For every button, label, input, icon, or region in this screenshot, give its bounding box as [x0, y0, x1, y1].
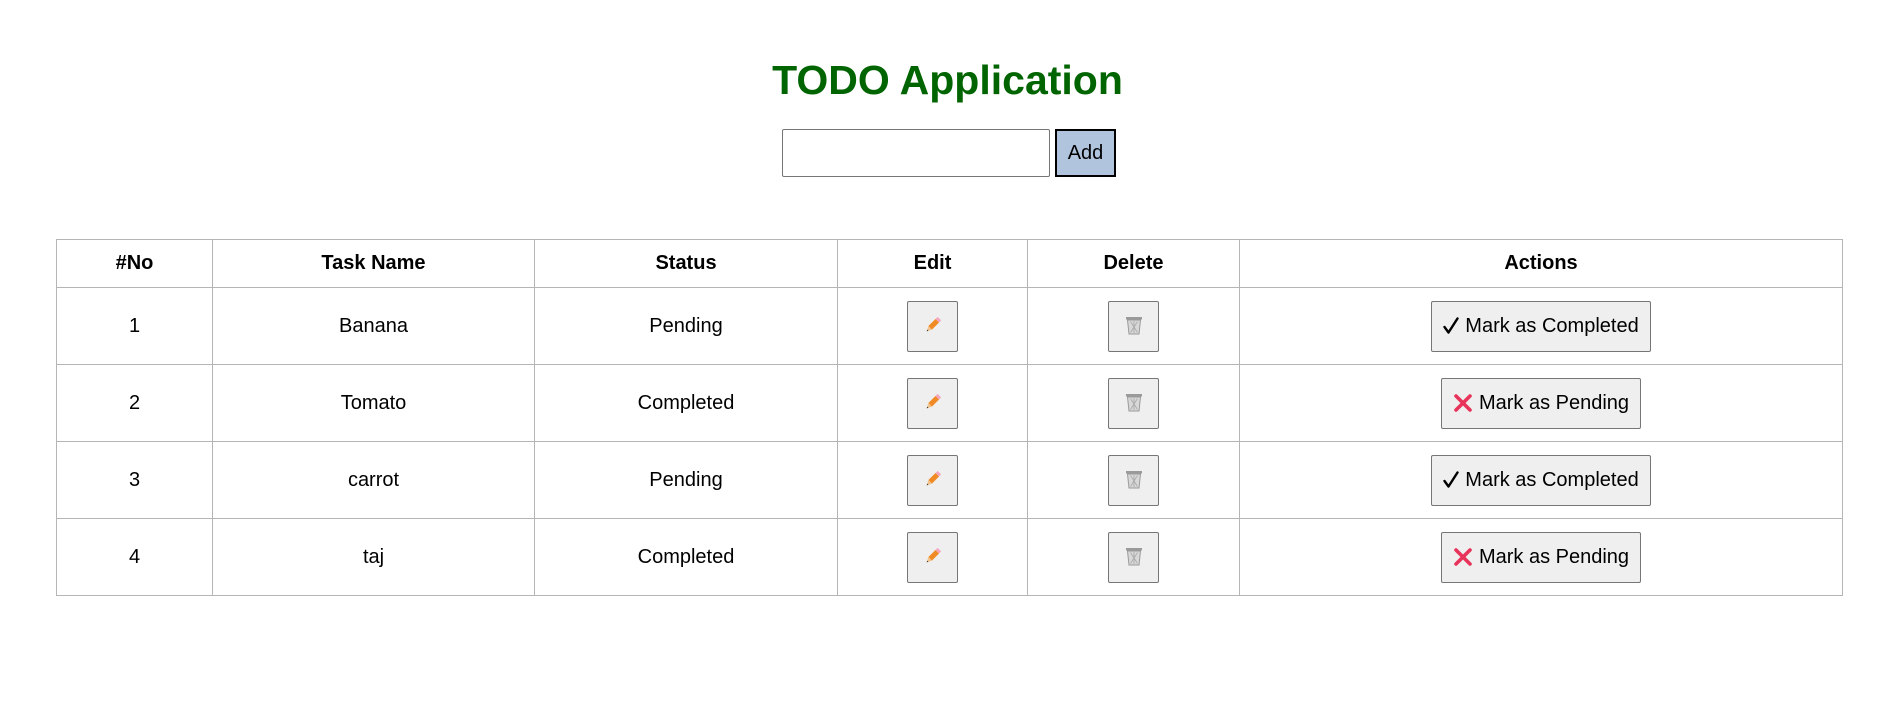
task-name: Tomato — [212, 364, 535, 442]
pencil-icon — [922, 391, 944, 416]
status-toggle-button[interactable]: Mark as Pending — [1440, 377, 1642, 429]
edit-cell — [837, 441, 1028, 519]
actions-cell: Mark as Completed — [1239, 287, 1843, 365]
header-no: #No — [56, 239, 213, 288]
trash-icon — [1123, 468, 1145, 493]
checkmark-icon — [1443, 471, 1459, 489]
task-name: Banana — [212, 287, 535, 365]
delete-cell — [1027, 364, 1240, 442]
pencil-icon — [922, 468, 944, 493]
tasks-table-body: 1 Banana Pending Mark as Completed 2 Tom… — [56, 287, 1843, 596]
actions-cell: Mark as Pending — [1239, 518, 1843, 596]
edit-button[interactable] — [907, 454, 958, 506]
table-row: 2 Tomato Completed Mark as Pending — [56, 364, 1843, 442]
checkmark-icon — [1443, 317, 1459, 335]
task-status: Pending — [534, 441, 838, 519]
pencil-icon — [922, 314, 944, 339]
status-toggle-button[interactable]: Mark as Completed — [1431, 454, 1651, 506]
edit-button[interactable] — [907, 377, 958, 429]
status-toggle-label: Mark as Completed — [1465, 468, 1639, 491]
task-status: Completed — [534, 364, 838, 442]
edit-cell — [837, 287, 1028, 365]
task-name-input[interactable] — [782, 129, 1050, 177]
trash-icon — [1123, 545, 1145, 570]
todo-page: TODO Application Add #No Task Name Statu… — [0, 0, 1895, 713]
header-status: Status — [534, 239, 838, 288]
delete-button[interactable] — [1108, 300, 1159, 352]
table-row: 3 carrot Pending Mark as Completed — [56, 441, 1843, 519]
delete-cell — [1027, 518, 1240, 596]
status-toggle-button[interactable]: Mark as Completed — [1431, 300, 1651, 352]
tasks-table: #No Task Name Status Edit Delete Actions… — [56, 239, 1843, 596]
delete-button[interactable] — [1108, 377, 1159, 429]
add-task-form: Add — [782, 129, 1116, 177]
task-status: Completed — [534, 518, 838, 596]
header-edit: Edit — [837, 239, 1028, 288]
table-header-row: #No Task Name Status Edit Delete Actions — [56, 239, 1843, 288]
task-number: 3 — [56, 441, 213, 519]
delete-button[interactable] — [1108, 454, 1159, 506]
edit-button[interactable] — [907, 531, 958, 583]
edit-button[interactable] — [907, 300, 958, 352]
task-name: carrot — [212, 441, 535, 519]
page-title: TODO Application — [772, 57, 1123, 103]
table-row: 4 taj Completed Mark as Pending — [56, 518, 1843, 596]
task-number: 2 — [56, 364, 213, 442]
status-toggle-label: Mark as Pending — [1478, 545, 1630, 568]
header-task-name: Task Name — [212, 239, 535, 288]
task-number: 4 — [56, 518, 213, 596]
edit-cell — [837, 518, 1028, 596]
delete-button[interactable] — [1108, 531, 1159, 583]
task-name: taj — [212, 518, 535, 596]
pencil-icon — [922, 545, 944, 570]
delete-cell — [1027, 287, 1240, 365]
trash-icon — [1123, 391, 1145, 416]
task-number: 1 — [56, 287, 213, 365]
status-toggle-button[interactable]: Mark as Pending — [1440, 531, 1642, 583]
trash-icon — [1123, 314, 1145, 339]
header-actions: Actions — [1239, 239, 1843, 288]
status-toggle-label: Mark as Completed — [1465, 314, 1639, 337]
status-toggle-label: Mark as Pending — [1478, 391, 1630, 414]
actions-cell: Mark as Pending — [1239, 364, 1843, 442]
actions-cell: Mark as Completed — [1239, 441, 1843, 519]
header-delete: Delete — [1027, 239, 1240, 288]
task-status: Pending — [534, 287, 838, 365]
delete-cell — [1027, 441, 1240, 519]
cross-icon — [1453, 547, 1473, 567]
add-button[interactable]: Add — [1055, 129, 1116, 177]
table-row: 1 Banana Pending Mark as Completed — [56, 287, 1843, 365]
cross-icon — [1453, 393, 1473, 413]
edit-cell — [837, 364, 1028, 442]
